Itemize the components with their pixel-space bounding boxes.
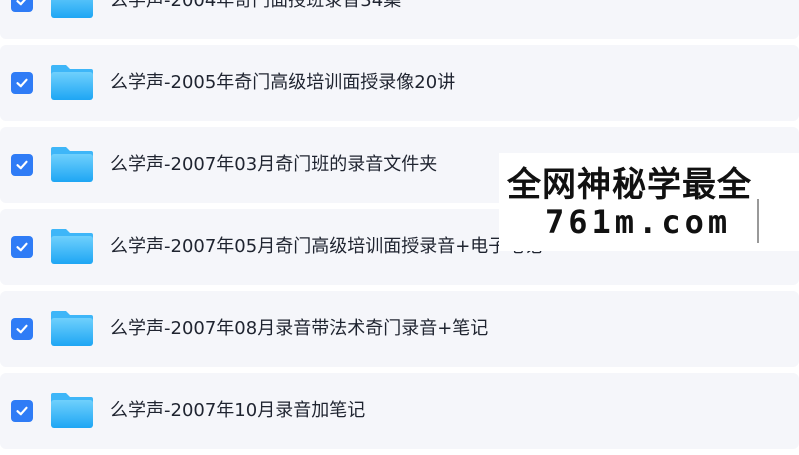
file-name: 么学声-2004年奇门面授班录音34集	[110, 0, 402, 11]
checkbox-checked[interactable]	[11, 72, 33, 94]
watermark-divider	[757, 199, 759, 243]
file-name: 么学声-2007年10月录音加笔记	[110, 400, 366, 421]
checkbox-checked[interactable]	[11, 236, 33, 258]
check-icon	[16, 0, 27, 6]
folder-icon	[51, 65, 93, 100]
folder-icon	[51, 0, 93, 18]
watermark-overlay: 全网神秘学最全 761m.com	[499, 153, 799, 251]
file-row[interactable]: 么学声-2004年奇门面授班录音34集	[0, 0, 799, 39]
check-icon	[16, 160, 28, 170]
file-name: 么学声-2007年05月奇门高级培训面授录音+电子笔记	[110, 236, 543, 257]
checkbox-checked[interactable]	[11, 400, 33, 422]
file-name: 么学声-2007年03月奇门班的录音文件夹	[110, 154, 438, 175]
check-icon	[16, 242, 28, 252]
check-icon	[16, 406, 28, 416]
check-icon	[16, 78, 28, 88]
file-row[interactable]: 么学声-2007年10月录音加笔记	[0, 373, 799, 449]
checkbox-checked[interactable]	[11, 318, 33, 340]
file-row[interactable]: 么学声-2005年奇门高级培训面授录像20讲	[0, 45, 799, 121]
folder-icon	[51, 229, 93, 264]
folder-icon	[51, 393, 93, 428]
file-row[interactable]: 么学声-2007年08月录音带法术奇门录音+笔记	[0, 291, 799, 367]
watermark-slogan: 全网神秘学最全	[507, 165, 752, 205]
checkbox-checked[interactable]	[11, 0, 33, 12]
file-name: 么学声-2007年08月录音带法术奇门录音+笔记	[110, 318, 489, 339]
watermark-url: 761m.com	[545, 203, 732, 241]
file-name: 么学声-2005年奇门高级培训面授录像20讲	[110, 72, 456, 93]
check-icon	[16, 324, 28, 334]
checkbox-checked[interactable]	[11, 154, 33, 176]
folder-icon	[51, 147, 93, 182]
folder-icon	[51, 311, 93, 346]
